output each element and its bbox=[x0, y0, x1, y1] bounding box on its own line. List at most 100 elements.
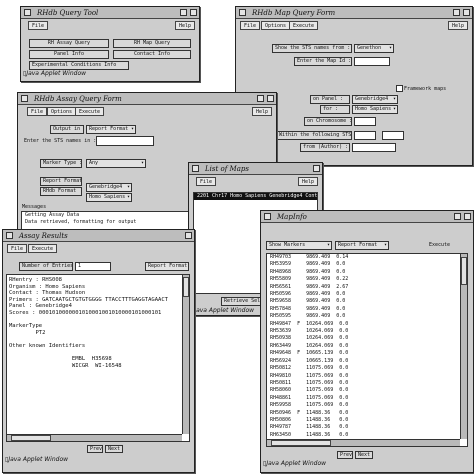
file-menu[interactable]: File bbox=[28, 21, 49, 30]
marker-row[interactable]: RH49810 11075.069 0.0 bbox=[267, 373, 467, 380]
marker-row[interactable]: RH50811 11075.069 0.0 bbox=[267, 380, 467, 387]
maximize-icon[interactable] bbox=[190, 9, 197, 16]
map-list-item[interactable]: 2201 Chr17 Homo Sapiens Genebridge4 Cont… bbox=[194, 193, 317, 201]
author-input[interactable] bbox=[352, 143, 396, 152]
output-format-dropdown[interactable]: Report Format ▾ bbox=[86, 125, 136, 134]
assay-query-titlebar[interactable]: RHdb Assay Query Form bbox=[18, 93, 276, 105]
sts-names-input[interactable] bbox=[96, 136, 154, 146]
window-menu-icon[interactable] bbox=[24, 9, 31, 16]
marker-row[interactable]: RH56561 9869.409 2.67 bbox=[267, 284, 467, 291]
minimize-icon[interactable] bbox=[454, 213, 461, 220]
file-menu[interactable]: File bbox=[7, 244, 28, 253]
window-menu-icon[interactable] bbox=[239, 9, 246, 16]
minimize-icon[interactable] bbox=[453, 9, 460, 16]
marker-row[interactable]: RH57848 9869.409 0.0 bbox=[267, 306, 467, 313]
minimize-icon[interactable] bbox=[257, 95, 264, 102]
scroll-thumb[interactable] bbox=[461, 257, 467, 285]
marker-row[interactable]: RH58060 11075.069 0.0 bbox=[267, 387, 467, 394]
execute-menu[interactable]: Execute bbox=[75, 107, 105, 116]
marker-row[interactable]: RH50946 F 11488.36 0.0 bbox=[267, 410, 467, 417]
maximize-icon[interactable] bbox=[267, 95, 274, 102]
assay-results-titlebar[interactable]: Assay Results bbox=[3, 230, 194, 242]
execute-menu[interactable]: Execute bbox=[28, 244, 58, 253]
list-of-maps-titlebar[interactable]: List of Maps bbox=[189, 163, 322, 175]
help-menu[interactable]: Help bbox=[174, 21, 195, 30]
minimize-icon[interactable] bbox=[180, 9, 187, 16]
file-menu[interactable]: File bbox=[240, 21, 261, 30]
marker-row[interactable]: RH49703 9869.409 0.14 bbox=[267, 254, 467, 261]
marker-row[interactable]: RH49648 F 10665.139 0.0 bbox=[267, 350, 467, 357]
scroll-thumb[interactable] bbox=[183, 277, 189, 297]
scroll-thumb[interactable] bbox=[271, 440, 331, 446]
chromosome-input[interactable] bbox=[354, 117, 376, 126]
help-menu[interactable]: Help bbox=[251, 107, 272, 116]
maximize-icon[interactable] bbox=[185, 232, 192, 239]
within-sts-input-1[interactable] bbox=[354, 131, 376, 140]
marker-row[interactable]: RH55809 9869.409 0.22 bbox=[267, 276, 467, 283]
file-menu[interactable]: File bbox=[27, 107, 48, 116]
marker-row[interactable]: RH48861 11075.069 0.0 bbox=[267, 395, 467, 402]
marker-row[interactable]: RH53639 10264.069 0.0 bbox=[267, 328, 467, 335]
maximize-icon[interactable] bbox=[313, 165, 320, 172]
marker-row[interactable]: RH48968 9869.409 0.0 bbox=[267, 269, 467, 276]
marker-row[interactable]: RH56924 10665.139 0.0 bbox=[267, 358, 467, 365]
marker-row[interactable]: RH49787 11488.36 0.0 bbox=[267, 424, 467, 431]
rh-assay-query-button[interactable]: RH Assay Query bbox=[29, 39, 109, 48]
window-menu-icon[interactable] bbox=[192, 165, 199, 172]
query-tool-titlebar[interactable]: RHdb Query Tool bbox=[21, 7, 199, 19]
report-format-option[interactable]: Report Format bbox=[40, 177, 82, 186]
rh-map-query-button[interactable]: RH Map Query bbox=[113, 39, 191, 48]
file-menu[interactable]: File bbox=[196, 177, 217, 186]
show-sts-dropdown[interactable]: Genethon ▾ bbox=[354, 44, 394, 53]
framework-checkbox[interactable]: Framework maps bbox=[396, 85, 446, 92]
marker-row[interactable]: RH59958 11075.069 0.0 bbox=[267, 402, 467, 409]
experimental-conditions-button[interactable]: Experimental Conditions Info bbox=[29, 61, 129, 70]
execute-menu[interactable]: Execute bbox=[289, 21, 319, 30]
window-menu-icon[interactable] bbox=[264, 213, 271, 220]
mapinfo-format-dropdown[interactable]: Report Format ▾ bbox=[335, 241, 389, 250]
marker-row[interactable]: RH50596 9869.409 0.0 bbox=[267, 291, 467, 298]
panel-dropdown[interactable]: Genebridge4 ▾ bbox=[352, 95, 398, 104]
options-menu[interactable]: Options bbox=[47, 107, 77, 116]
contact-info-button[interactable]: Contact Info bbox=[113, 50, 191, 59]
marker-list[interactable]: RH49703 9869.409 0.14 RH53959 9869.409 0.… bbox=[266, 253, 468, 447]
report-text-area[interactable]: RHentry : RHS008 Organism : Homo Sapiens C… bbox=[6, 274, 190, 442]
mapinfo-titlebar[interactable]: MapInfo bbox=[261, 211, 473, 223]
marker-row[interactable]: RH50806 11488.36 0.0 bbox=[267, 417, 467, 424]
results-format-dropdown[interactable]: Report Format bbox=[145, 262, 189, 271]
marker-row[interactable]: RH59658 9869.409 0.0 bbox=[267, 298, 467, 305]
prev-button[interactable]: Prev bbox=[87, 445, 103, 453]
help-menu[interactable]: Help bbox=[297, 177, 318, 186]
next-button[interactable]: Next bbox=[105, 445, 123, 453]
marker-row[interactable]: RH50595 9869.409 0.0 bbox=[267, 313, 467, 320]
prev-button[interactable]: Prev bbox=[337, 451, 353, 459]
within-sts-input-2[interactable] bbox=[382, 131, 404, 140]
report-vertical-scrollbar[interactable] bbox=[182, 275, 189, 434]
marker-row[interactable]: RH53959 9869.409 0.0 bbox=[267, 261, 467, 268]
marker-vertical-scrollbar[interactable] bbox=[460, 254, 467, 439]
assay-panel-dropdown[interactable]: Genebridge4 ▾ bbox=[86, 183, 132, 192]
marker-row[interactable]: RH63449 10264.069 0.0 bbox=[267, 343, 467, 350]
species-dropdown[interactable]: Homo Sapiens ▾ bbox=[352, 105, 398, 114]
panel-info-button[interactable]: Panel Info bbox=[29, 50, 109, 59]
marker-horizontal-scrollbar[interactable] bbox=[267, 439, 460, 446]
options-menu[interactable]: Options bbox=[261, 21, 291, 30]
marker-row[interactable]: RH50938 10264.069 0.0 bbox=[267, 335, 467, 342]
marker-row[interactable]: RH49847 F 10264.069 0.0 bbox=[267, 321, 467, 328]
window-menu-icon[interactable] bbox=[21, 95, 28, 102]
window-menu-icon[interactable] bbox=[6, 232, 13, 239]
map-id-input[interactable] bbox=[354, 57, 390, 66]
maximize-icon[interactable] bbox=[464, 213, 471, 220]
maximize-icon[interactable] bbox=[463, 9, 470, 16]
marker-type-dropdown[interactable]: Any ▾ bbox=[86, 159, 146, 168]
mapinfo-execute[interactable]: Execute bbox=[429, 242, 450, 248]
map-query-titlebar[interactable]: RHdb Map Query Form bbox=[236, 7, 472, 19]
show-markers-dropdown[interactable]: Show Markers ▾ bbox=[266, 241, 332, 250]
rhdb-format-option[interactable]: RHdb Format bbox=[40, 187, 82, 196]
next-button[interactable]: Next bbox=[355, 451, 373, 459]
scroll-thumb[interactable] bbox=[11, 435, 51, 441]
help-menu[interactable]: Help bbox=[447, 21, 468, 30]
marker-row[interactable]: RH50812 11075.069 0.0 bbox=[267, 365, 467, 372]
report-horizontal-scrollbar[interactable] bbox=[7, 434, 182, 441]
assay-species-dropdown[interactable]: Homo Sapiens ▾ bbox=[86, 193, 132, 202]
